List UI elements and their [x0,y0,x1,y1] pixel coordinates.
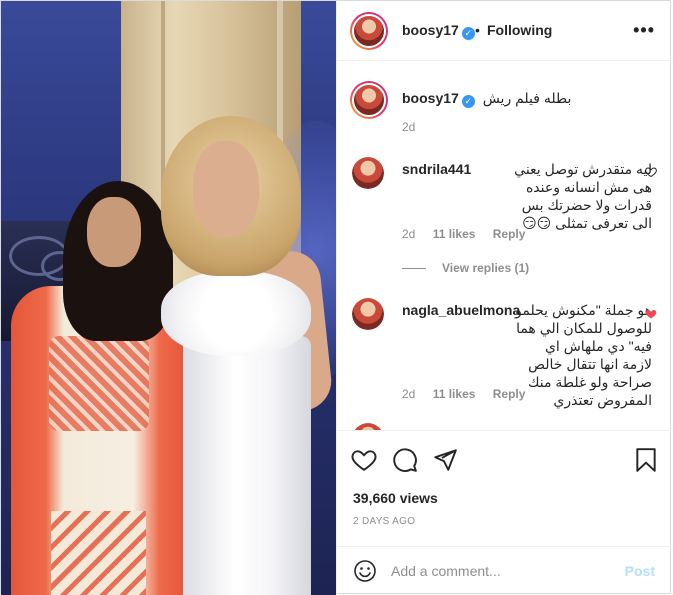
caption-time[interactable]: 2d [402,120,415,134]
separator-dot: • [475,22,480,38]
action-bar [337,441,673,481]
reply-button[interactable]: Reply [493,387,526,401]
view-count[interactable]: 39,660 views [353,490,438,506]
post-dialog: boosy17 ✓ • Following ••• boosy17 ✓ بطله ف… [0,0,673,595]
caption-meta: 2d [402,120,429,134]
person-right-face [193,141,259,237]
post-header: boosy17 ✓ • Following ••• [337,1,673,61]
caption-avatar[interactable] [350,81,388,119]
comment-time[interactable]: 2d [402,227,415,241]
post-video[interactable] [1,1,336,595]
comments-list[interactable]: boosy17 ✓ بطله فيلم ريش 2d sndrila441 ليه… [337,61,673,431]
header-username[interactable]: boosy17 ✓ [402,22,475,40]
comment-likes[interactable]: 11 likes [433,227,476,241]
comment-input[interactable] [391,559,611,583]
person-left-face [87,197,141,267]
comment-avatar[interactable] [352,298,384,330]
more-options-icon[interactable]: ••• [633,20,655,41]
username-text[interactable]: boosy17 [402,22,459,38]
comment-icon[interactable] [392,447,418,473]
comment-avatar[interactable] [352,157,384,189]
share-icon[interactable] [432,447,458,473]
dress-embroidery [49,336,149,431]
feather-top [161,271,311,356]
comment-time[interactable]: 2d [402,387,415,401]
caption: boosy17 ✓ بطله فيلم ريش [402,89,652,108]
heart-icon[interactable] [645,166,657,178]
comment-item: sndrila441 ليه متقدرش توصل يعني هى مش ان… [402,160,652,232]
heart-icon[interactable] [645,308,657,320]
view-replies-label: View replies (1) [442,261,530,275]
emoji-icon[interactable] [353,559,377,583]
post-side-panel: boosy17 ✓ • Following ••• boosy17 ✓ بطله ف… [336,1,673,595]
comment-username[interactable]: sndrila441 [402,160,471,178]
post-comment-button[interactable]: Post [625,563,655,579]
comment-meta: 2d 11 likes Reply [402,387,539,401]
comment-meta: 2d 11 likes Reply [402,227,539,241]
verified-icon: ✓ [461,95,475,108]
dress-embroidery [51,511,146,595]
comment-likes[interactable]: 11 likes [433,387,476,401]
caption-text: بطله فيلم ريش [482,90,572,106]
post-date[interactable]: 2 DAYS AGO [353,516,415,527]
following-button[interactable]: Following [487,22,552,38]
avatar[interactable] [350,12,388,50]
replies-divider [402,268,426,270]
person-right-dress [183,336,311,595]
add-comment-bar: Post [337,546,673,595]
reply-button[interactable]: Reply [493,227,526,241]
heart-icon[interactable] [351,447,377,473]
comment-avatar[interactable] [352,423,384,430]
verified-icon: ✓ [461,27,475,40]
comment-username[interactable]: nagla_abuelmona [402,302,520,318]
caption-username[interactable]: boosy17 [402,90,459,106]
view-replies-button[interactable]: View replies (1) [402,261,529,275]
bookmark-icon[interactable] [633,447,659,473]
